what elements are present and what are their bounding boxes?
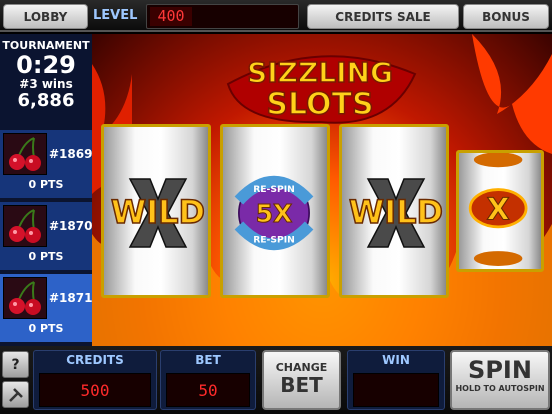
game-area: SIZZLING SLOTS WILD RE-SPIN 5X RE-SPIN W…: [92, 34, 552, 346]
player-points: 0 PTS: [28, 250, 64, 263]
bet-value: 50: [166, 373, 250, 407]
lobby-button[interactable]: LOBBY: [3, 4, 88, 29]
x-text: X: [487, 192, 510, 227]
tournament-panel: TOURNAMENT 0:29 #3 wins 6,886: [0, 34, 92, 126]
autospin-label: HOLD TO AUTOSPIN: [455, 384, 545, 393]
wild-text: WILD: [349, 193, 443, 231]
lobby-label: LOBBY: [23, 9, 68, 24]
reel-1: WILD: [101, 124, 211, 298]
cherries-icon: [3, 133, 47, 175]
player-rank: #1871: [49, 291, 93, 305]
player-points: 0 PTS: [28, 178, 64, 191]
win-label: WIN: [382, 353, 410, 367]
player-points: 0 PTS: [28, 322, 64, 335]
spin-label: SPIN: [468, 356, 532, 384]
bet-panel: BET 50: [160, 350, 256, 410]
credits-value: 500: [39, 373, 151, 407]
reel-2: RE-SPIN 5X RE-SPIN: [220, 124, 330, 298]
respin-bottom-text: RE-SPIN: [253, 234, 295, 245]
win-value: [353, 373, 439, 407]
level-value: 400: [150, 7, 192, 26]
respin-symbol: RE-SPIN 5X RE-SPIN: [234, 175, 314, 251]
player-slot[interactable]: #1869 0 PTS: [0, 128, 92, 198]
tournament-score: 6,886: [17, 90, 75, 111]
reel-4: X: [456, 150, 544, 272]
help-button[interactable]: ?: [2, 351, 29, 378]
bonus-button[interactable]: BONUS: [463, 4, 549, 29]
player-rank: #1869: [49, 147, 93, 161]
logo-line1: SIZZLING: [247, 56, 393, 89]
change-bet-label: BET: [280, 373, 323, 397]
sizzling-slots-logo: SIZZLING SLOTS: [226, 55, 417, 124]
spin-button[interactable]: SPIN HOLD TO AUTOSPIN: [450, 350, 550, 410]
wild-symbol: WILD: [110, 178, 206, 248]
wild-symbol: WILD: [348, 178, 444, 248]
player-rank: #1870: [49, 219, 93, 233]
bonus-label: BONUS: [482, 9, 530, 24]
win-panel: WIN: [347, 350, 445, 410]
credits-label: CREDITS: [66, 353, 124, 367]
wild-text: WILD: [111, 193, 205, 231]
level-display: 400: [146, 4, 299, 29]
change-bet-button[interactable]: CHANGE BET: [262, 350, 341, 410]
bottom-bar: ? CREDITS 500 BET 50 CHANGE BET WIN SPIN…: [0, 346, 552, 414]
level-label: LEVEL: [93, 8, 138, 23]
cherries-icon: [3, 205, 47, 247]
reel-3: WILD: [339, 124, 449, 298]
tournament-timer: 0:29: [16, 51, 76, 79]
bet-label: BET: [195, 353, 221, 367]
top-bar: LOBBY LEVEL 400 CREDITS SALE BONUS: [0, 0, 552, 32]
player-slot[interactable]: #1870 0 PTS: [0, 200, 92, 270]
credits-panel: CREDITS 500: [33, 350, 157, 410]
tournament-sidebar: TOURNAMENT 0:29 #3 wins 6,886 #1869 0 PT…: [0, 34, 92, 346]
multiplier-text: 5X: [256, 199, 293, 228]
respin-top-text: RE-SPIN: [253, 184, 295, 195]
logo-line2: SLOTS: [266, 87, 373, 122]
settings-button[interactable]: [2, 381, 29, 408]
help-label: ?: [11, 356, 20, 373]
credits-sale-button[interactable]: CREDITS SALE: [307, 4, 459, 29]
cherries-icon: [3, 277, 47, 319]
fire-x-symbol: X: [468, 153, 528, 266]
player-slot-current[interactable]: #1871 0 PTS: [0, 272, 92, 342]
tools-icon: [8, 387, 23, 402]
credits-sale-label: CREDITS SALE: [335, 9, 431, 24]
